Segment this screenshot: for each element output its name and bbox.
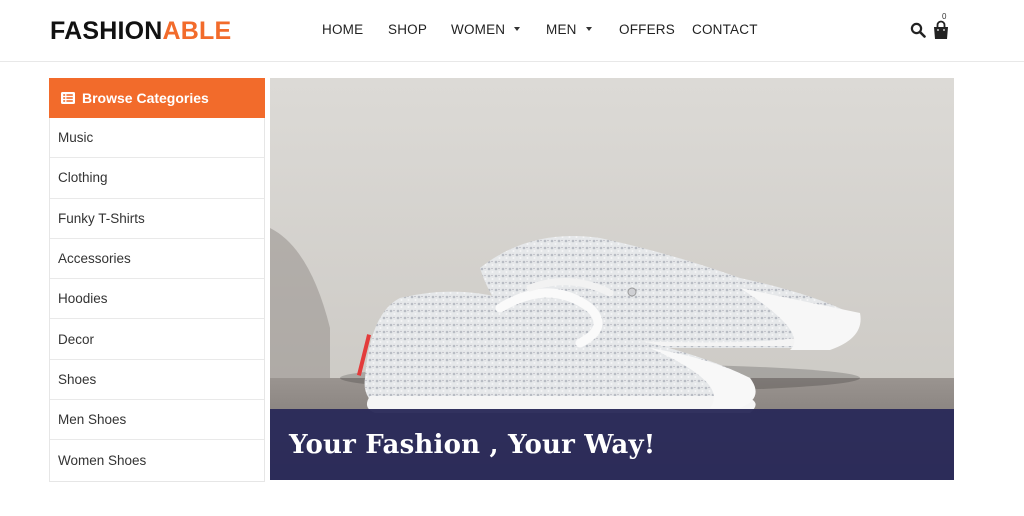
sidebar-item-funky-t-shirts[interactable]: Funky T-Shirts	[50, 199, 264, 239]
shopping-bag-icon[interactable]	[932, 20, 950, 40]
sidebar-item-clothing[interactable]: Clothing	[50, 158, 264, 199]
sidebar-item-men-shoes[interactable]: Men Shoes	[50, 400, 264, 441]
hero-title: Your Fashion , Your Way!	[289, 429, 656, 460]
sidebar-item-hoodies[interactable]: Hoodies	[50, 279, 264, 320]
list-icon	[61, 92, 75, 104]
nav-women[interactable]: WOMEN	[451, 22, 521, 38]
cart-count-badge: 0	[942, 12, 947, 21]
category-sidebar: Browse Categories Music Clothing Funky T…	[49, 78, 265, 482]
nav-offers[interactable]: OFFERS	[619, 22, 675, 38]
sidebar-title: Browse Categories	[82, 90, 209, 106]
sidebar-item-decor[interactable]: Decor	[50, 319, 264, 360]
caret-down-icon	[585, 27, 592, 32]
sidebar-item-women-shoes[interactable]: Women Shoes	[50, 440, 264, 480]
sidebar-header: Browse Categories	[49, 78, 265, 118]
logo-text-accent: ABLE	[162, 17, 232, 45]
hero-caption-bar: Your Fashion , Your Way!	[270, 409, 954, 480]
sidebar-item-accessories[interactable]: Accessories	[50, 239, 264, 280]
nav-men[interactable]: MEN	[546, 22, 592, 38]
nav-women-label: WOMEN	[451, 22, 506, 37]
caret-down-icon	[514, 27, 521, 32]
nav-men-label: MEN	[546, 22, 577, 37]
nav-home[interactable]: HOME	[322, 22, 363, 38]
site-header: FASHIONABLE HOME SHOP WOMEN MEN OFFERS C…	[0, 0, 1024, 62]
sidebar-item-shoes[interactable]: Shoes	[50, 360, 264, 401]
search-icon[interactable]	[910, 22, 926, 38]
site-logo[interactable]: FASHIONABLE	[50, 17, 231, 45]
sidebar-item-music[interactable]: Music	[50, 118, 264, 159]
nav-shop[interactable]: SHOP	[388, 22, 427, 38]
logo-text-dark: FASHION	[50, 17, 163, 45]
nav-contact[interactable]: CONTACT	[692, 22, 758, 38]
hero-banner[interactable]: Your Fashion , Your Way!	[270, 78, 954, 480]
